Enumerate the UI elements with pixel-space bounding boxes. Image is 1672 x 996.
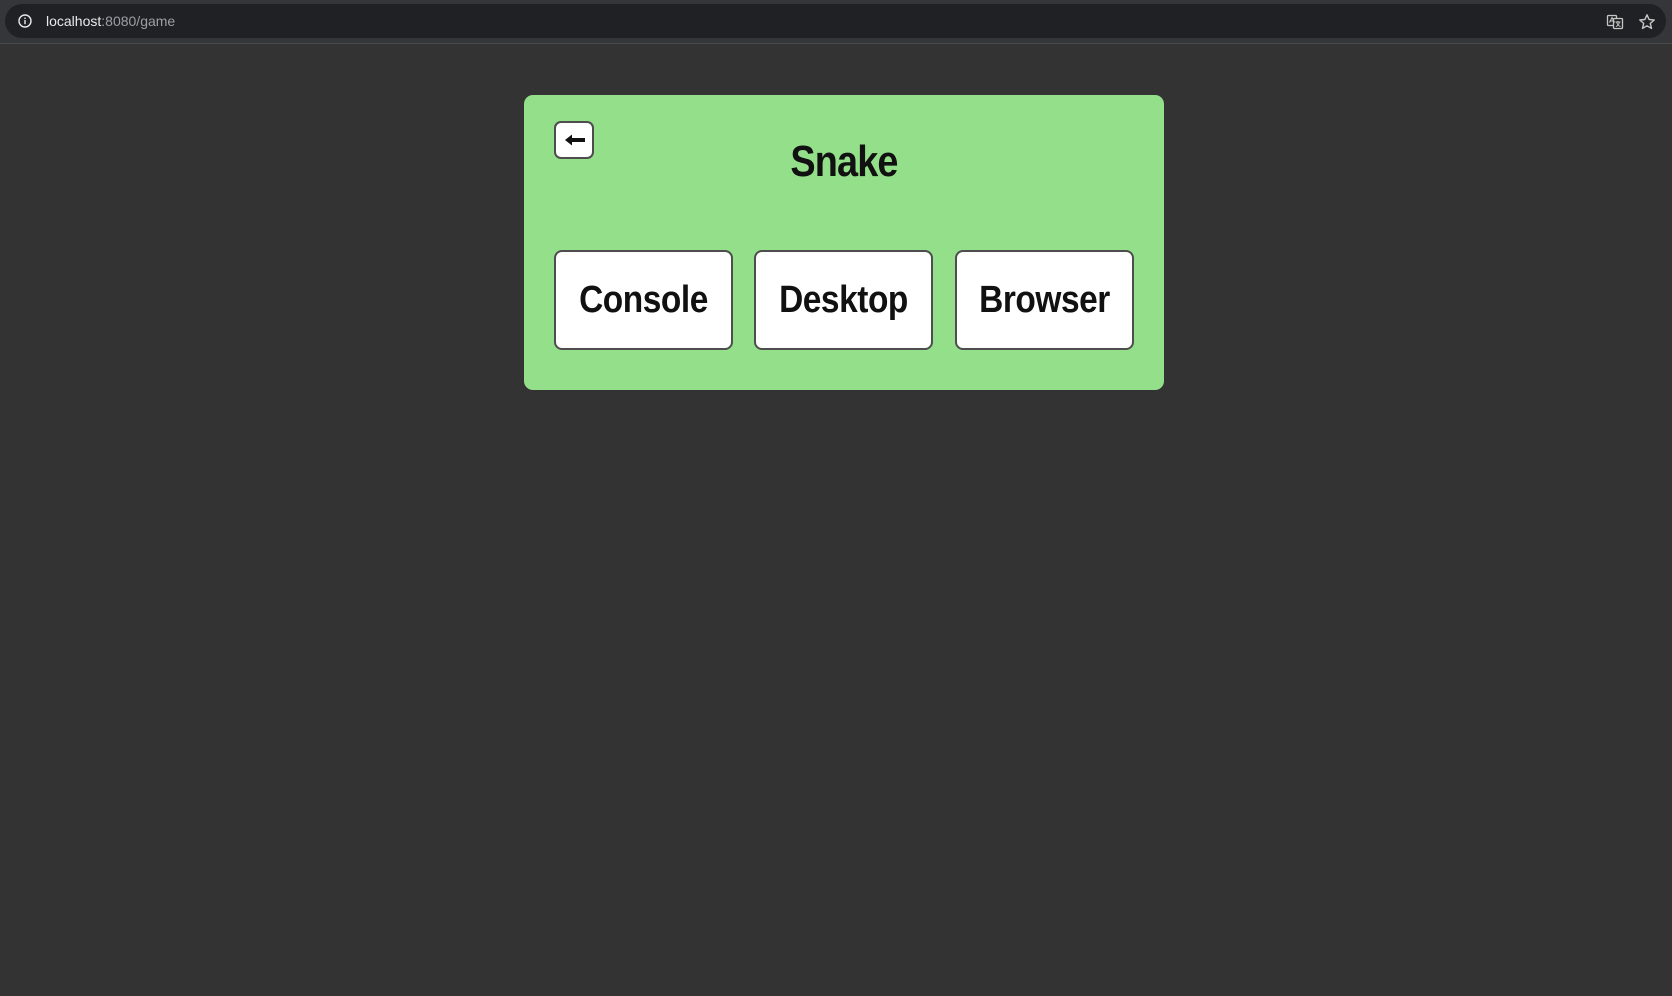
address-bar[interactable]: localhost:8080/game (5, 4, 1666, 38)
browser-button[interactable]: Browser (955, 250, 1134, 350)
console-button-label: Console (579, 278, 708, 321)
url-path: :8080/game (101, 13, 176, 29)
translate-icon[interactable] (1606, 13, 1624, 31)
star-icon[interactable] (1638, 13, 1656, 31)
desktop-button[interactable]: Desktop (754, 250, 933, 350)
page-title: Snake (790, 137, 898, 186)
browser-toolbar: localhost:8080/game (0, 0, 1672, 44)
browser-button-label: Browser (979, 278, 1110, 321)
desktop-button-label: Desktop (779, 278, 908, 321)
url-host: localhost (46, 13, 102, 29)
game-panel: Snake Console Desktop Browser (524, 95, 1164, 390)
console-button[interactable]: Console (554, 250, 733, 350)
info-icon[interactable] (18, 14, 32, 28)
url-text[interactable]: localhost:8080/game (46, 12, 175, 30)
